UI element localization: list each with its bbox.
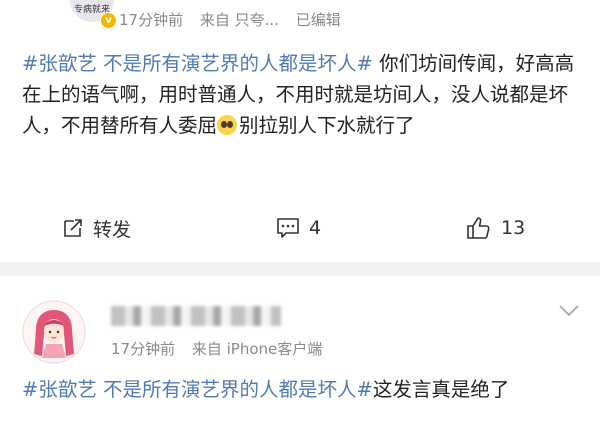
post-divider (0, 262, 600, 276)
like-count: 13 (501, 217, 526, 239)
repost-icon (64, 219, 82, 237)
repost-label: 转发 (93, 218, 132, 241)
post-card-2: 17分钟前 来自 iPhone客户端 #张歆艺 不是所有演艺界的人都是坏人#这发… (0, 276, 600, 434)
post-text: #张歆艺 不是所有演艺界的人都是坏人# 你们坊间传闻，好高高在上的语气啊，用时普… (22, 48, 582, 141)
comment-icon (277, 218, 299, 238)
username-redacted[interactable] (111, 306, 281, 326)
topic-link[interactable]: #张歆艺 不是所有演艺界的人都是坏人# (22, 52, 373, 75)
thumbs-up-icon (467, 217, 490, 239)
like-button[interactable]: 13 (466, 208, 525, 248)
chevron-down-icon[interactable] (558, 304, 580, 318)
comment-button[interactable]: 4 (276, 208, 321, 248)
topic-link[interactable]: #张歆艺 不是所有演艺界的人都是坏人# (22, 378, 373, 401)
post-meta: 17分钟前 来自 iPhone客户端 (111, 338, 322, 359)
repost-button[interactable]: 转发 (62, 208, 131, 248)
edited-label: 已编辑 (295, 11, 341, 29)
girl-avatar-icon (22, 300, 86, 364)
post-source[interactable]: 来自 只夸... (200, 11, 279, 29)
post-source[interactable]: 来自 iPhone客户端 (192, 340, 322, 358)
post-time: 17分钟前 (119, 11, 184, 29)
verified-badge-icon: v (100, 12, 117, 29)
post-text-part-2: 别拉别人下水就行了 (239, 114, 415, 137)
comment-count: 4 (309, 217, 322, 239)
post-meta: 17分钟前 来自 只夸... 已编辑 (119, 9, 341, 30)
post-text: #张歆艺 不是所有演艺界的人都是坏人#这发言真是绝了 (22, 374, 582, 405)
post-text-part-1: 这发言真是绝了 (372, 378, 510, 401)
action-bar: 转发 4 13 (0, 208, 600, 248)
post-card-1: 专病就来 v 17分钟前 来自 只夸... 已编辑 #张歆艺 不是所有演艺界的人… (0, 0, 600, 262)
avatar[interactable] (22, 300, 86, 364)
post-time: 17分钟前 (111, 340, 176, 358)
pleading-face-emoji-icon (217, 115, 238, 135)
